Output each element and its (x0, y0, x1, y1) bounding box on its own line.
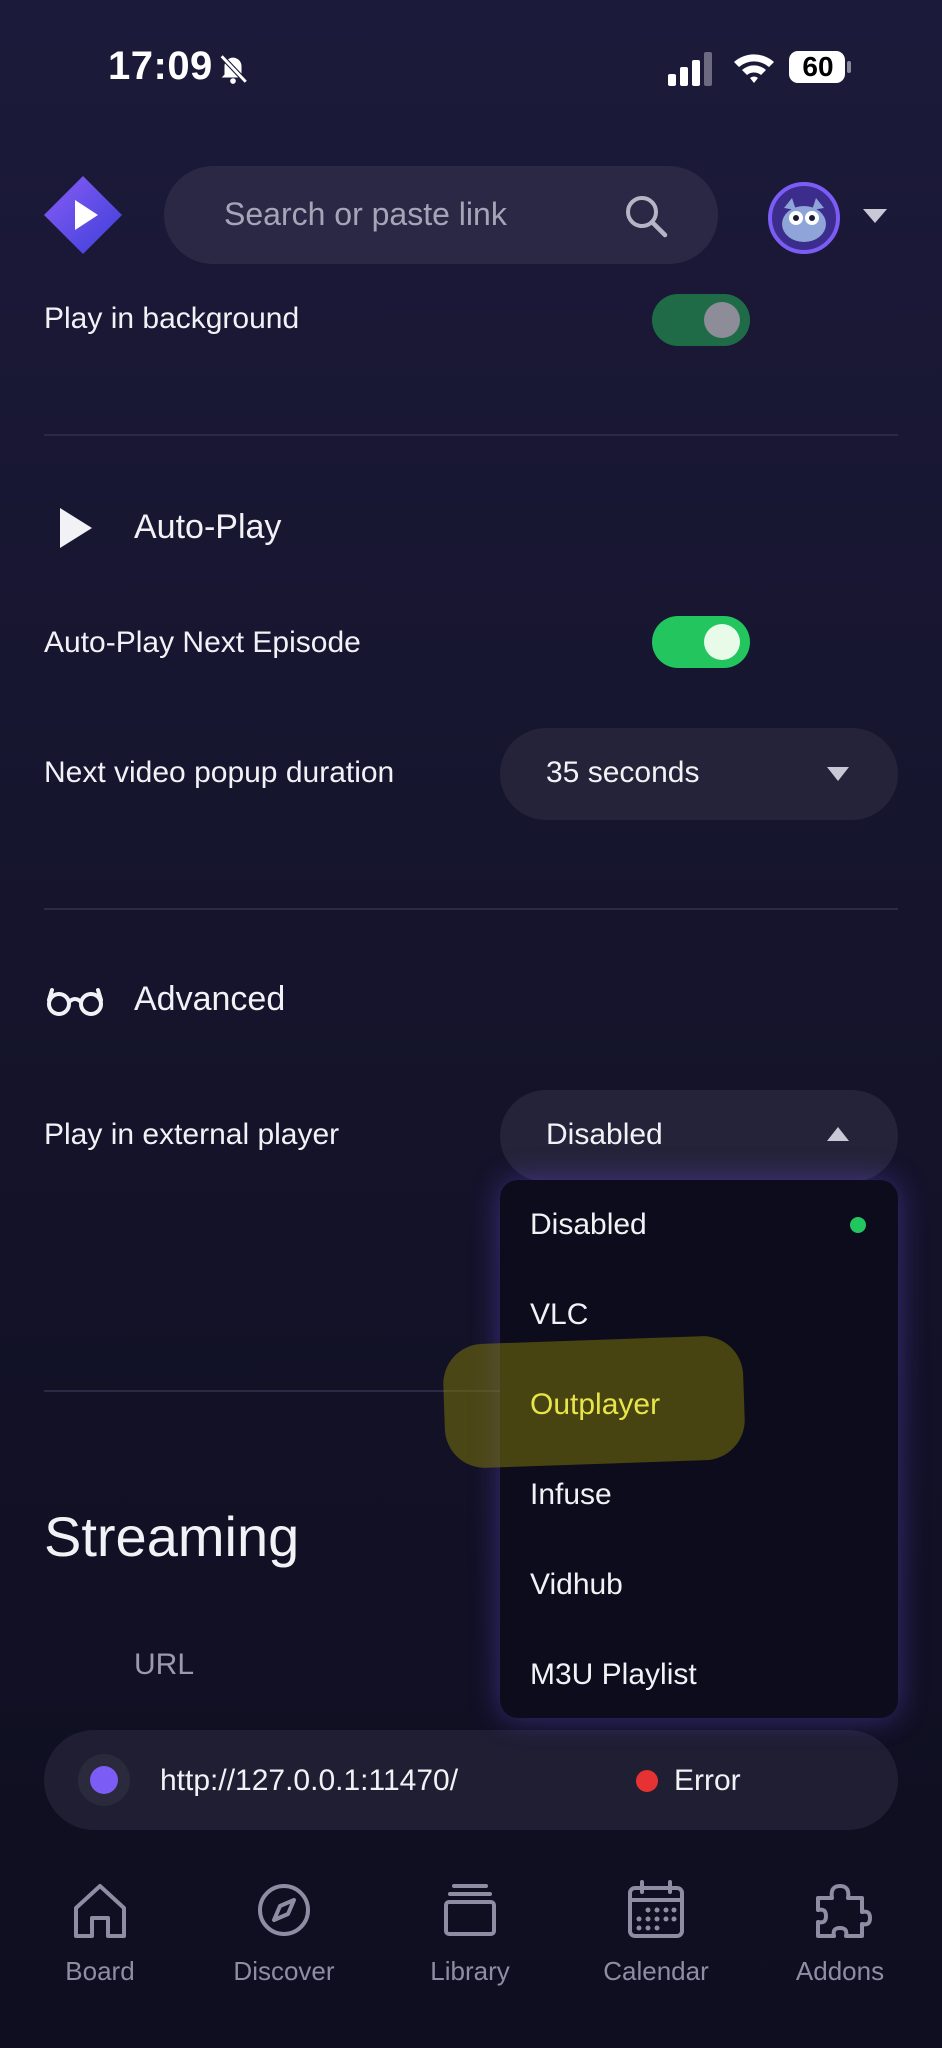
status-time: 17:09 (108, 44, 213, 88)
server-radio-selected (90, 1766, 118, 1794)
avatar[interactable] (768, 182, 840, 254)
bell-muted-icon (219, 54, 248, 84)
next-popup-duration-value: 35 seconds (546, 756, 700, 789)
play-in-background-label: Play in background (44, 302, 300, 335)
wifi-icon (734, 54, 774, 83)
battery-level: 60 (802, 51, 834, 82)
nav-calendar-label[interactable]: Calendar (576, 1956, 736, 1987)
divider (44, 434, 898, 436)
dropdown-option-outplayer[interactable]: Outplayer (530, 1388, 660, 1422)
library-icon[interactable] (438, 1878, 502, 1942)
nav-board-label[interactable]: Board (20, 1956, 180, 1987)
external-player-value: Disabled (546, 1118, 663, 1151)
home-icon[interactable] (68, 1878, 132, 1942)
nav-addons-label[interactable]: Addons (760, 1956, 920, 1987)
search-icon[interactable] (622, 192, 670, 240)
toggle-knob (704, 302, 740, 338)
app-logo-icon[interactable] (44, 176, 122, 254)
search-input[interactable]: Search or paste link (224, 196, 507, 233)
dropdown-option-vidhub[interactable]: Vidhub (530, 1568, 623, 1602)
chevron-down-icon (827, 767, 849, 781)
nav-library-label[interactable]: Library (390, 1956, 550, 1987)
puzzle-icon[interactable] (808, 1878, 872, 1942)
divider (44, 908, 898, 910)
advanced-section-title: Advanced (134, 980, 286, 1018)
toggle-knob (704, 624, 740, 660)
avatar-character-icon (782, 198, 826, 242)
next-popup-duration-label: Next video popup duration (44, 756, 395, 789)
play-icon (60, 508, 92, 548)
chevron-down-icon[interactable] (862, 208, 888, 224)
nav-discover-label[interactable]: Discover (204, 1956, 364, 1987)
server-status: Error (674, 1764, 741, 1797)
play-in-background-toggle[interactable] (652, 294, 750, 346)
dropdown-option-m3u-playlist[interactable]: M3U Playlist (530, 1658, 697, 1692)
selected-indicator (850, 1217, 866, 1233)
external-player-label: Play in external player (44, 1118, 340, 1151)
server-url: http://127.0.0.1:11470/ (160, 1764, 459, 1797)
autoplay-next-label: Auto-Play Next Episode (44, 626, 361, 659)
bottom-nav: Board Discover Library Calendar Addons (0, 1860, 942, 2048)
url-column-header: URL (134, 1648, 195, 1681)
dropdown-option-disabled[interactable]: Disabled (530, 1208, 647, 1242)
compass-icon[interactable] (252, 1878, 316, 1942)
autoplay-next-toggle[interactable] (652, 616, 750, 668)
dropdown-option-infuse[interactable]: Infuse (530, 1478, 612, 1512)
cellular-signal-icon (668, 52, 712, 86)
autoplay-section-title: Auto-Play (134, 508, 282, 546)
status-error-dot (636, 1770, 658, 1792)
streaming-section-title: Streaming (44, 1505, 300, 1568)
dropdown-option-vlc[interactable]: VLC (530, 1298, 588, 1332)
calendar-icon[interactable] (624, 1878, 688, 1942)
glasses-icon (47, 988, 103, 1016)
chevron-up-icon (827, 1127, 849, 1141)
